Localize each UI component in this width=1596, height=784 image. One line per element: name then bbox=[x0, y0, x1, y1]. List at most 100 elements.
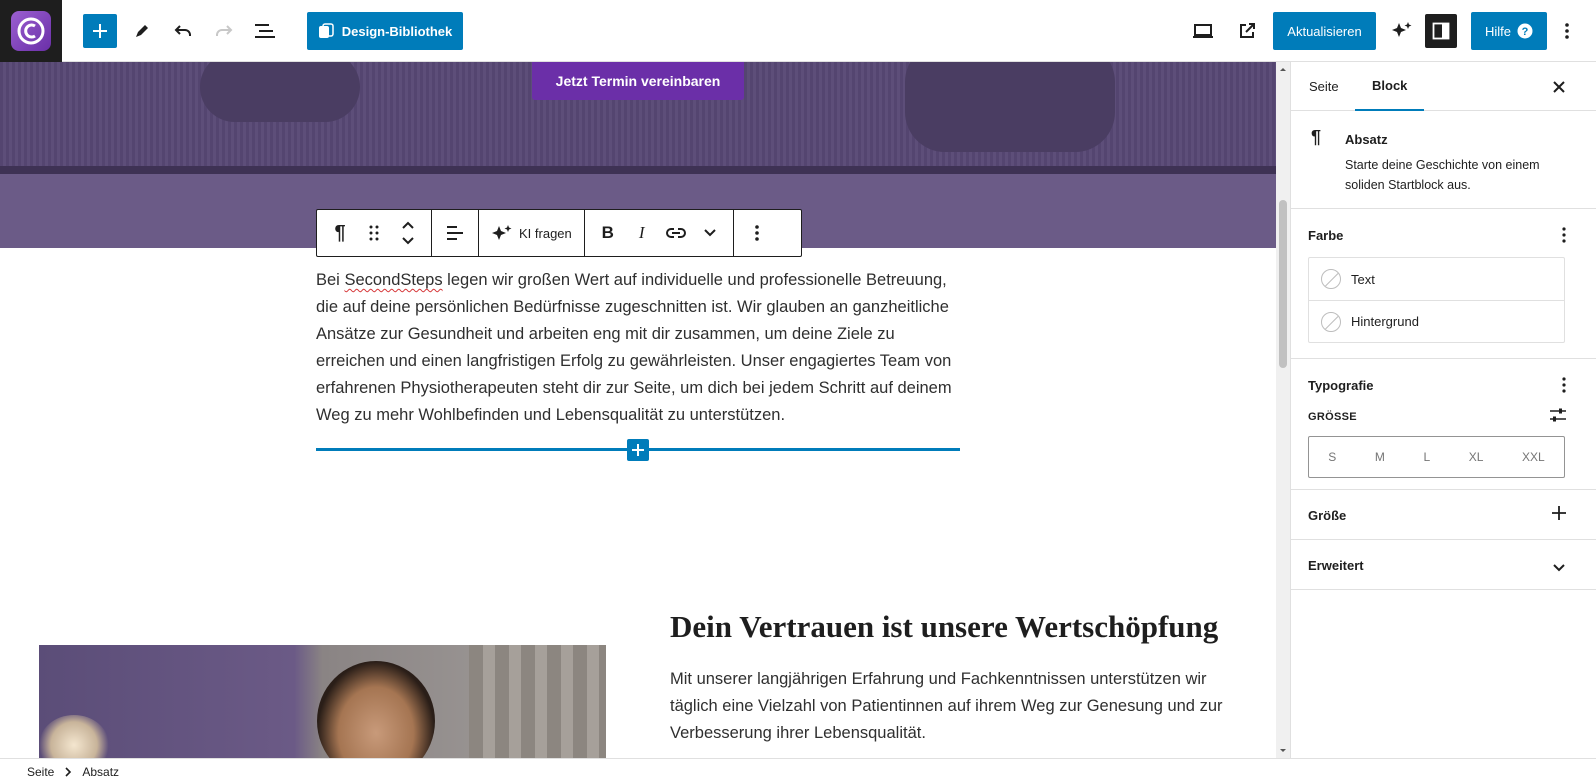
team-photo[interactable] bbox=[39, 645, 606, 758]
editor-canvas: Jetzt Termin vereinbaren ¶ KI fragen B I… bbox=[0, 62, 1276, 758]
block-card-title: Absatz bbox=[1345, 132, 1388, 147]
options-menu-button[interactable] bbox=[1552, 13, 1582, 49]
block-options-button[interactable] bbox=[740, 210, 774, 256]
scroll-down-icon bbox=[1280, 749, 1286, 752]
bold-icon: B bbox=[601, 223, 614, 242]
chevron-down-icon bbox=[1553, 564, 1565, 572]
size-panel-title: Größe bbox=[1308, 508, 1347, 523]
tab-block[interactable]: Block bbox=[1355, 62, 1425, 111]
plus-icon bbox=[1552, 506, 1566, 520]
view-post-button[interactable] bbox=[1229, 13, 1265, 49]
external-link-icon bbox=[1240, 23, 1255, 38]
block-inserter-button[interactable] bbox=[83, 14, 117, 48]
size-panel[interactable]: Größe bbox=[1291, 490, 1596, 540]
more-formats-button[interactable] bbox=[693, 210, 727, 256]
typography-panel-options-button[interactable] bbox=[1562, 377, 1566, 397]
help-button[interactable]: Hilfe ? bbox=[1471, 12, 1547, 50]
cta-label: Jetzt Termin vereinbaren bbox=[555, 73, 721, 89]
chevron-down-icon bbox=[704, 229, 716, 237]
chevron-right-icon bbox=[65, 766, 72, 777]
canvas-scrollbar[interactable] bbox=[1276, 62, 1290, 758]
breadcrumb-item-page[interactable]: Seite bbox=[27, 765, 54, 779]
expand-advanced-button[interactable] bbox=[1552, 560, 1566, 578]
tab-page[interactable]: Seite bbox=[1309, 62, 1339, 111]
section-heading[interactable]: Dein Vertrauen ist unsere Wertschöpfung bbox=[670, 609, 1218, 645]
empty-swatch-icon bbox=[1321, 269, 1341, 289]
font-size-s[interactable]: S bbox=[1328, 450, 1336, 464]
question-icon: ? bbox=[1517, 23, 1533, 39]
text-color-option[interactable]: Text bbox=[1309, 258, 1564, 300]
hero-roll bbox=[905, 62, 1115, 152]
chevron-up-down-icon bbox=[402, 221, 414, 245]
photo-lamp bbox=[39, 715, 109, 758]
tools-button[interactable] bbox=[124, 13, 160, 49]
design-library-button[interactable]: Design-Bibliothek bbox=[307, 12, 463, 50]
cta-button[interactable]: Jetzt Termin vereinbaren bbox=[532, 62, 744, 100]
link-button[interactable] bbox=[659, 210, 693, 256]
block-card: ¶ Absatz Starte deine Geschichte von ein… bbox=[1291, 111, 1596, 209]
section-paragraph[interactable]: Mit unserer langjährigen Erfahrung und F… bbox=[670, 666, 1230, 747]
block-toolbar-group-ai: KI fragen bbox=[479, 210, 585, 256]
font-size-xxl[interactable]: XXL bbox=[1522, 450, 1545, 464]
design-library-label: Design-Bibliothek bbox=[341, 23, 453, 39]
misspelled-word[interactable]: SecondSteps bbox=[344, 271, 442, 289]
drag-handle-icon bbox=[369, 225, 379, 241]
move-up-down-button[interactable] bbox=[391, 210, 425, 256]
paragraph-text-rest: legen wir großen Wert auf individuelle u… bbox=[316, 271, 952, 424]
redo-icon bbox=[216, 25, 233, 36]
block-toolbar-group-options bbox=[734, 210, 780, 256]
ask-ai-button[interactable]: KI fragen bbox=[485, 210, 578, 256]
font-size-picker: S M L XL XXL bbox=[1308, 436, 1565, 478]
font-size-l[interactable]: L bbox=[1423, 450, 1430, 464]
redo-button[interactable] bbox=[206, 13, 242, 49]
ai-assistant-button[interactable] bbox=[1384, 13, 1420, 49]
typography-panel: Typografie GRÖSSE S M L XL XXL bbox=[1291, 359, 1596, 490]
breadcrumb-item-paragraph[interactable]: Absatz bbox=[82, 765, 119, 779]
font-size-xl[interactable]: XL bbox=[1469, 450, 1484, 464]
photo-person bbox=[317, 661, 435, 758]
sidebar-icon bbox=[1432, 22, 1450, 40]
bold-button[interactable]: B bbox=[591, 210, 625, 256]
drag-handle[interactable] bbox=[357, 210, 391, 256]
add-size-button[interactable] bbox=[1552, 506, 1566, 525]
plus-icon bbox=[93, 24, 107, 38]
color-panel-options-button[interactable] bbox=[1562, 227, 1566, 247]
block-type-button[interactable]: ¶ bbox=[323, 210, 357, 256]
undo-button[interactable] bbox=[165, 13, 201, 49]
breadcrumb: Seite Absatz bbox=[0, 758, 1596, 784]
preview-button[interactable] bbox=[1185, 13, 1221, 49]
italic-icon: I bbox=[638, 223, 645, 242]
selected-paragraph-block[interactable]: Bei SecondSteps legen wir großen Wert au… bbox=[316, 267, 956, 429]
color-panel-title: Farbe bbox=[1308, 228, 1344, 243]
settings-sidebar-toggle[interactable] bbox=[1425, 14, 1457, 48]
settings-sliders-icon bbox=[1550, 408, 1566, 422]
link-icon bbox=[665, 228, 686, 238]
update-button[interactable]: Aktualisieren bbox=[1273, 12, 1376, 50]
custom-size-button[interactable] bbox=[1550, 408, 1566, 427]
block-toolbar-group-format: B I bbox=[585, 210, 734, 256]
scroll-up-icon bbox=[1280, 68, 1286, 71]
advanced-panel[interactable]: Erweitert bbox=[1291, 540, 1596, 590]
site-icon-button[interactable] bbox=[0, 0, 62, 62]
more-vertical-icon bbox=[754, 225, 759, 241]
plus-icon bbox=[632, 444, 644, 456]
close-icon bbox=[1553, 81, 1565, 93]
paragraph-icon: ¶ bbox=[1311, 127, 1322, 147]
svg-text:?: ? bbox=[1522, 26, 1529, 38]
undo-icon bbox=[174, 25, 191, 36]
canvas-scroll-thumb[interactable] bbox=[1279, 200, 1287, 368]
italic-button[interactable]: I bbox=[625, 210, 659, 256]
block-toolbar-group-align bbox=[432, 210, 479, 256]
advanced-panel-title: Erweitert bbox=[1308, 558, 1364, 573]
logo-icon bbox=[17, 17, 45, 45]
document-overview-button[interactable] bbox=[247, 13, 283, 49]
site-logo bbox=[11, 11, 51, 51]
color-options: Text Hintergrund bbox=[1308, 257, 1565, 343]
align-text-button[interactable] bbox=[438, 210, 472, 256]
sparkles-icon bbox=[1392, 22, 1412, 37]
insert-block-button[interactable] bbox=[627, 439, 649, 461]
close-sidebar-button[interactable] bbox=[1548, 76, 1570, 98]
background-color-option[interactable]: Hintergrund bbox=[1309, 300, 1564, 342]
font-size-m[interactable]: M bbox=[1375, 450, 1385, 464]
update-label: Aktualisieren bbox=[1287, 23, 1362, 39]
